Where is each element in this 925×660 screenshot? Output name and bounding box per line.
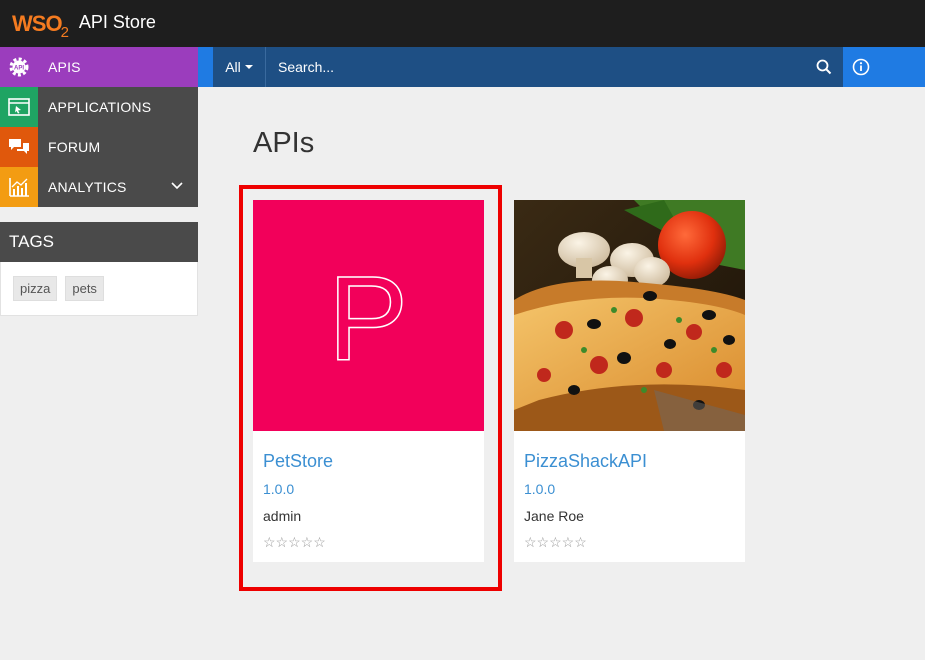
sidebar-item-label: FORUM [48, 139, 101, 155]
api-name-link[interactable]: PizzaShackAPI [524, 451, 735, 472]
search-button[interactable] [805, 47, 843, 87]
forum-chat-icon [0, 127, 38, 167]
pizza-photo [514, 200, 745, 431]
tags-panel: TAGS pizza pets [0, 222, 198, 316]
tag-pizza[interactable]: pizza [13, 276, 58, 301]
chevron-down-icon[interactable] [170, 179, 184, 193]
api-card-petstore[interactable]: P PetStore 1.0.0 admin ☆☆☆☆☆ [253, 200, 484, 562]
sidebar-item-applications[interactable]: APPLICATIONS [0, 87, 198, 127]
filter-label: All [225, 59, 241, 75]
logo-subscript: 2 [60, 23, 69, 41]
sidebar-item-label: APPLICATIONS [48, 99, 152, 115]
search-icon [816, 59, 832, 75]
search-filter-dropdown[interactable]: All [213, 47, 266, 87]
api-owner: admin [263, 508, 302, 524]
sidebar-item-label: ANALYTICS [48, 179, 127, 195]
caret-down-icon [244, 65, 253, 69]
api-thumbnail[interactable]: P [253, 200, 484, 431]
sidebar-item-analytics[interactable]: ANALYTICS [0, 167, 198, 207]
star-rating: ☆☆☆☆☆ [524, 534, 587, 550]
info-icon [852, 58, 870, 76]
app-title[interactable]: API Store [79, 12, 156, 33]
search-accent-strip [198, 47, 213, 87]
tags-header: TAGS [0, 222, 198, 262]
letter-p-thumbnail: P [327, 251, 409, 387]
info-button[interactable] [843, 47, 925, 87]
svg-text:API: API [14, 65, 24, 71]
search-bar: All [213, 47, 843, 87]
star-rating: ☆☆☆☆☆ [263, 534, 326, 550]
api-owner: Jane Roe [524, 508, 584, 524]
api-thumbnail-letter: P [253, 200, 484, 431]
api-name-link[interactable]: PetStore [263, 451, 474, 472]
sidebar-item-forum[interactable]: FORUM [0, 127, 198, 167]
tags-list: pizza pets [0, 262, 198, 316]
svg-text:P: P [328, 252, 408, 386]
api-card-pizzashack[interactable]: PizzaShackAPI 1.0.0 Jane Roe ☆☆☆☆☆ [514, 200, 745, 562]
logo-text: WSO [12, 10, 63, 36]
search-input[interactable] [266, 47, 805, 87]
sidebar-nav: API APIS APPLICATIONS FORUM ANALYTICS [0, 47, 198, 207]
top-bar: WSO 2 API Store [0, 0, 925, 47]
sidebar-item-label: APIS [48, 59, 81, 75]
page-title: APIs [253, 127, 315, 159]
api-version: 1.0.0 [263, 481, 295, 497]
analytics-chart-icon [0, 167, 38, 207]
wso2-logo[interactable]: WSO 2 [12, 10, 69, 41]
sidebar-item-apis[interactable]: API APIS [0, 47, 198, 87]
api-thumbnail[interactable] [514, 200, 745, 431]
api-gear-icon: API [0, 47, 38, 87]
tag-pets[interactable]: pets [65, 276, 104, 301]
api-version: 1.0.0 [524, 481, 556, 497]
applications-icon [0, 87, 38, 127]
